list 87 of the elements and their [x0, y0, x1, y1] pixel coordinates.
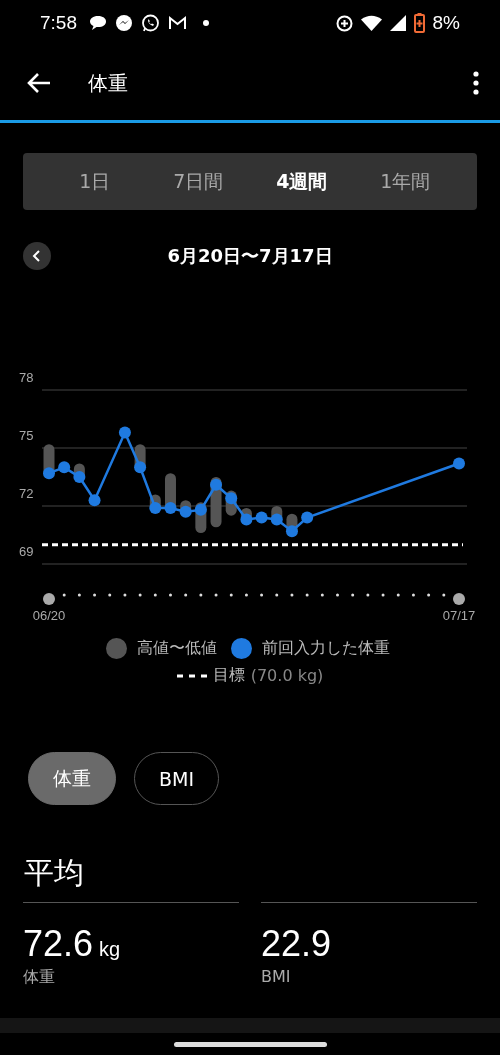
axis-label: 07/17	[442, 608, 476, 623]
day-dot	[396, 593, 400, 597]
day-dot	[93, 593, 97, 597]
battery-icon	[413, 13, 425, 33]
data-point	[118, 426, 131, 439]
data-point	[73, 471, 86, 483]
day-dot	[214, 593, 218, 597]
dashed-line-icon	[176, 673, 207, 678]
stat-label: 体重	[23, 967, 56, 988]
wifi-icon	[360, 15, 382, 31]
battery-level: 8%	[432, 12, 460, 34]
day-dot	[290, 593, 294, 597]
day-dot	[62, 593, 66, 597]
stat-label: BMI	[261, 967, 292, 986]
day-dot	[442, 593, 446, 597]
phone-bubble-icon	[141, 13, 160, 33]
dot-icon	[203, 20, 209, 26]
axis-label: 78	[19, 370, 34, 385]
day-dot	[427, 593, 431, 597]
data-point	[255, 511, 268, 524]
legend-label: 高値〜低値	[137, 638, 217, 659]
data-saver-icon	[335, 14, 353, 32]
chat-bubble-icon	[89, 15, 107, 31]
axis-end-dot	[43, 593, 55, 605]
axis-label: 69	[19, 544, 34, 559]
section-title: 平均	[24, 854, 85, 892]
day-dot	[244, 593, 248, 597]
page-title: 体重	[88, 69, 129, 97]
signal-icon	[389, 15, 406, 31]
previous-button[interactable]	[23, 242, 51, 270]
day-dot	[381, 593, 385, 597]
period-tab[interactable]: 7日間	[146, 167, 250, 196]
date-range: 6月20日〜7月17日	[166, 244, 334, 268]
data-point	[301, 511, 314, 524]
data-point	[240, 513, 253, 526]
data-point	[194, 503, 207, 516]
day-dot	[305, 593, 309, 597]
goal-label: 目標	[212, 665, 245, 686]
menu-button[interactable]	[472, 71, 480, 95]
day-dot	[138, 593, 142, 597]
data-point	[225, 492, 238, 505]
mail-icon	[168, 15, 187, 31]
metric-chip[interactable]: 体重	[28, 752, 116, 805]
stat-unit: kg	[99, 938, 121, 961]
messenger-icon	[115, 14, 133, 32]
chevron-left-icon	[32, 250, 42, 262]
day-dot	[351, 593, 355, 597]
axis-label: 75	[19, 428, 34, 443]
stat-value: 22.9	[261, 923, 332, 965]
day-dot	[320, 593, 324, 597]
axis-end-dot	[453, 593, 465, 605]
data-point	[453, 457, 465, 470]
clock: 7:58	[40, 12, 77, 34]
metric-chip[interactable]: BMI	[134, 752, 220, 805]
data-point	[179, 505, 192, 518]
day-dot	[229, 593, 233, 597]
day-dot	[184, 593, 188, 597]
axis-label: 72	[19, 486, 34, 501]
period-tab[interactable]: 1年間	[353, 167, 457, 196]
day-dot	[169, 593, 172, 597]
back-button[interactable]	[26, 72, 52, 94]
data-point	[149, 501, 162, 514]
data-point	[88, 494, 101, 507]
stat-value: 72.6	[23, 923, 94, 965]
data-point	[134, 461, 147, 474]
axis-label: 06/20	[32, 608, 66, 623]
day-dot	[153, 593, 157, 597]
data-point	[285, 525, 298, 538]
day-dot	[366, 593, 370, 597]
period-tab[interactable]: 4週間	[250, 167, 354, 196]
day-dot	[275, 593, 279, 597]
day-dot	[123, 593, 127, 597]
data-point	[164, 501, 177, 514]
data-point	[58, 461, 71, 474]
goal-value: (70.0 kg)	[250, 666, 324, 685]
day-dot	[260, 593, 264, 597]
day-dot	[199, 593, 203, 597]
day-dot	[336, 593, 339, 597]
data-point	[270, 513, 283, 526]
legend-label: 前回入力した体重	[262, 638, 390, 659]
day-dot	[411, 593, 415, 597]
data-point	[43, 467, 55, 480]
data-point	[210, 478, 223, 491]
period-tab[interactable]: 1日	[43, 167, 147, 196]
day-dot	[77, 593, 81, 597]
day-dot	[108, 593, 112, 597]
home-handle[interactable]	[173, 1041, 327, 1047]
